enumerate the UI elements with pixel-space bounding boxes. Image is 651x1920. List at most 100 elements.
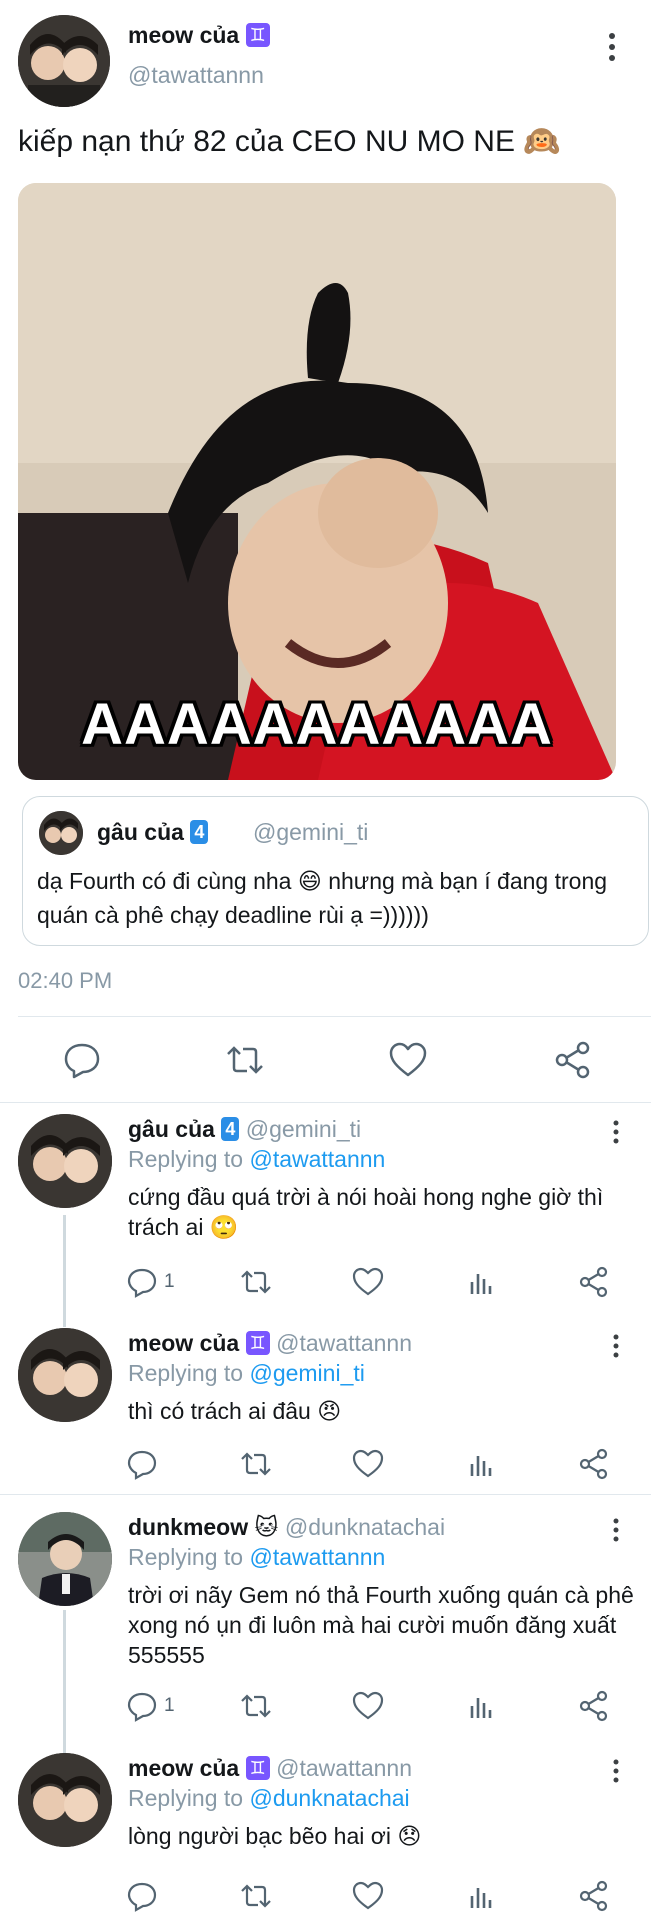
divider [0, 1102, 651, 1103]
replying-to-link[interactable]: @gemini_ti [249, 1360, 364, 1386]
replying-to: Replying to @tawattannn [128, 1544, 385, 1571]
replying-to: Replying to @tawattannn [128, 1146, 385, 1173]
user-handle[interactable]: @tawattannn [128, 62, 264, 89]
quoted-tweet[interactable]: gâu của 4 @gemini_ti dạ Fourth có đi cùn… [22, 796, 649, 946]
tweet-text-body: kiếp nạn thứ 82 của CEO NU MO NE [18, 125, 515, 158]
reply-actions [0, 1448, 651, 1488]
display-name[interactable]: meow của ♊ @tawattannn [128, 1330, 412, 1357]
display-name-text: dunkmeow [128, 1514, 249, 1540]
meme-caption: AAAAAAAAAAA [81, 692, 553, 757]
share-icon[interactable] [578, 1880, 610, 1912]
reply-text-body: trời ơi nãy Gem nó thả Fourth xuống quán… [128, 1582, 634, 1668]
display-name-text: meow của [128, 1755, 240, 1781]
angry-emoji: 😠 [317, 1399, 342, 1425]
more-options-icon[interactable] [606, 1332, 626, 1360]
retweet-icon[interactable] [240, 1448, 272, 1480]
avatar[interactable] [18, 1114, 112, 1208]
reply-icon[interactable] [126, 1880, 158, 1912]
number-badge: 4 [221, 1117, 240, 1141]
replying-to-label: Replying to [128, 1146, 244, 1172]
tweet-text: kiếp nạn thứ 82 của CEO NU MO NE 🙉 [18, 124, 561, 159]
more-options-icon[interactable] [606, 1757, 626, 1785]
replying-to-label: Replying to [128, 1544, 244, 1570]
retweet-icon[interactable] [225, 1040, 265, 1080]
more-options-icon[interactable] [606, 1516, 626, 1544]
share-icon[interactable] [578, 1690, 610, 1722]
reply-tweet[interactable]: dunkmeow 🐱 @dunknatachai Replying to @ta… [0, 1504, 651, 1734]
reply-text-body: cứng đầu quá trời à nói hoài hong nghe g… [128, 1184, 604, 1240]
tweet-timestamp: 02:40 PM [18, 968, 113, 993]
display-name-text: meow của [128, 22, 240, 48]
tweet-actions [0, 1030, 651, 1090]
analytics-icon[interactable] [466, 1690, 498, 1722]
reply-actions: 1 [0, 1690, 651, 1730]
share-icon[interactable] [578, 1266, 610, 1298]
analytics-icon[interactable] [466, 1448, 498, 1480]
replying-to: Replying to @gemini_ti [128, 1360, 365, 1387]
like-icon[interactable] [352, 1690, 384, 1722]
main-tweet: meow của ♊ @tawattannn kiếp nạn thứ 82 c… [0, 0, 651, 1103]
replying-to-link[interactable]: @tawattannn [249, 1146, 385, 1172]
reply-tweet[interactable]: gâu của 4 @gemini_ti Replying to @tawatt… [0, 1106, 651, 1306]
gemini-badge: ♊ [245, 1331, 270, 1355]
retweet-icon[interactable] [240, 1880, 272, 1912]
user-handle: @tawattannn [276, 1330, 413, 1356]
reply-tweet[interactable]: meow của ♊ @tawattannn Replying to @gemi… [0, 1320, 651, 1492]
gemini-badge: ♊ [245, 23, 270, 47]
user-handle: @gemini_ti [245, 1116, 362, 1142]
avatar[interactable] [18, 15, 110, 107]
share-icon[interactable] [553, 1040, 593, 1080]
reply-text: lòng người bạc bẽo hai ơi 😞 [128, 1821, 638, 1852]
display-name[interactable]: meow của ♊ [128, 22, 270, 49]
tweet-image[interactable]: AAAAAAAAAAA [18, 183, 616, 780]
cat-emoji: 🐱 [254, 1515, 279, 1541]
like-icon[interactable] [352, 1448, 384, 1480]
disappointed-emoji: 😞 [397, 1824, 422, 1850]
like-icon[interactable] [352, 1880, 384, 1912]
replying-to-label: Replying to [128, 1360, 244, 1386]
reply-tweet[interactable]: meow của ♊ @tawattannn Replying to @dunk… [0, 1745, 651, 1920]
quote-text-part: dạ Fourth có đi cùng nha [37, 868, 292, 894]
reply-icon[interactable] [62, 1040, 102, 1080]
analytics-icon[interactable] [466, 1266, 498, 1298]
reply-icon[interactable] [126, 1448, 158, 1480]
reply-icon[interactable] [126, 1690, 158, 1722]
avatar[interactable] [18, 1753, 112, 1847]
reply-actions [0, 1880, 651, 1920]
like-icon[interactable] [352, 1266, 384, 1298]
more-options-icon[interactable] [606, 1118, 626, 1146]
display-name[interactable]: dunkmeow 🐱 @dunknatachai [128, 1514, 445, 1541]
user-handle: @dunknatachai [284, 1514, 446, 1540]
analytics-icon[interactable] [466, 1880, 498, 1912]
reply-text-body: lòng người bạc bẽo hai ơi [128, 1823, 391, 1849]
retweet-icon[interactable] [240, 1266, 272, 1298]
replying-to-link[interactable]: @tawattannn [249, 1544, 385, 1570]
divider [0, 1494, 651, 1495]
display-name[interactable]: meow của ♊ @tawattannn [128, 1755, 412, 1782]
reply-text: trời ơi nãy Gem nó thả Fourth xuống quán… [128, 1580, 638, 1670]
share-icon[interactable] [578, 1448, 610, 1480]
display-name-text: meow của [128, 1330, 240, 1356]
reply-icon[interactable] [126, 1266, 158, 1298]
reply-text: cứng đầu quá trời à nói hoài hong nghe g… [128, 1182, 638, 1243]
reply-text-body: thì có trách ai đâu [128, 1398, 311, 1424]
user-handle: @gemini_ti [253, 819, 369, 845]
eye-roll-emoji: 🙄 [209, 1215, 239, 1241]
reply-count: 1 [164, 1695, 175, 1716]
like-icon[interactable] [388, 1040, 428, 1080]
display-name[interactable]: gâu của 4 @gemini_ti [128, 1116, 361, 1143]
gemini-badge: ♊ [245, 1756, 270, 1780]
more-options-icon[interactable] [600, 30, 624, 64]
reply-text: thì có trách ai đâu 😠 [128, 1396, 638, 1427]
replying-to-link[interactable]: @dunknatachai [249, 1785, 409, 1811]
replying-to-label: Replying to [128, 1785, 244, 1811]
display-name-text: gâu của [128, 1116, 215, 1142]
avatar [39, 811, 83, 855]
retweet-icon[interactable] [240, 1690, 272, 1722]
display-name-text: gâu của [97, 819, 184, 845]
avatar[interactable] [18, 1328, 112, 1422]
user-handle: @tawattannn [276, 1755, 413, 1781]
reply-count: 1 [164, 1271, 175, 1292]
avatar[interactable] [18, 1512, 112, 1606]
divider [18, 1016, 651, 1017]
